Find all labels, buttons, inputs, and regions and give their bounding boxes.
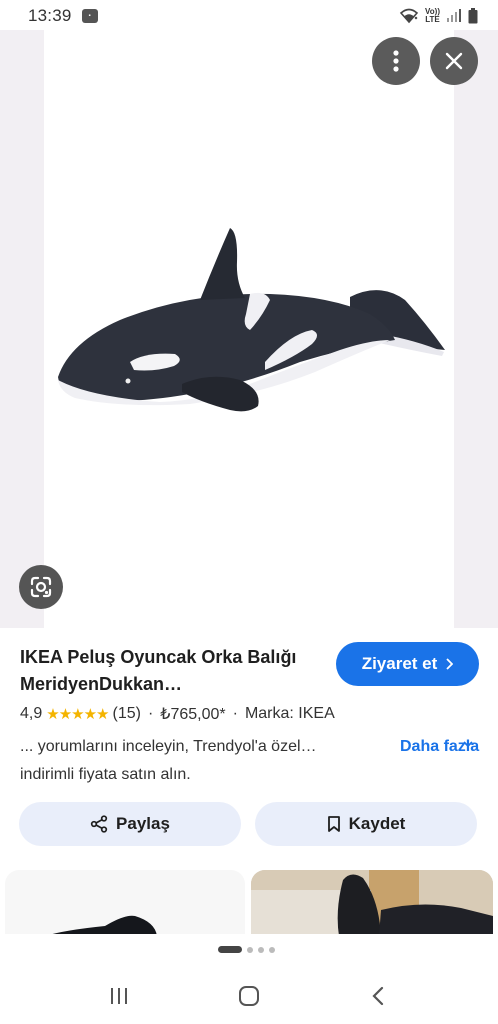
share-button-label: Paylaş	[116, 814, 170, 833]
close-button[interactable]	[430, 37, 478, 85]
more-vert-icon	[393, 50, 399, 72]
rating-stars: ★★★★★	[46, 706, 109, 723]
recents-button[interactable]	[107, 984, 131, 1008]
save-button-label: Kaydet	[348, 814, 406, 833]
pager-indicator	[258, 946, 264, 953]
product-meta: 4,9 ★★★★★ (15) · ₺765,00* · Marka: IKEA	[20, 703, 335, 725]
status-time: 13:39	[28, 6, 72, 25]
meta-separator: ·	[232, 705, 238, 722]
volte-icon: Vo)) LTE	[425, 8, 440, 24]
related-photo-image	[251, 870, 493, 936]
pager-indicator-active	[218, 946, 242, 953]
status-icons: Vo)) LTE	[399, 8, 478, 24]
wifi-icon	[399, 8, 419, 24]
status-bar: 13:39 ▪ Vo)) LTE	[0, 0, 498, 32]
system-nav-bar	[0, 966, 498, 1024]
product-title[interactable]: IKEA Peluş Oyuncak Orka Balığı MeridyenD…	[20, 644, 320, 698]
product-description: ... yorumlarını inceleyin, Trendyol'a öz…	[20, 738, 317, 783]
home-button[interactable]	[237, 984, 261, 1008]
chevron-down-icon	[463, 741, 473, 748]
recents-icon	[111, 988, 127, 1004]
related-orca-image	[45, 915, 157, 936]
home-icon	[239, 986, 259, 1006]
visit-button-label: Ziyaret et	[361, 654, 438, 673]
signal-icon	[447, 9, 461, 22]
pager-indicator	[247, 946, 253, 953]
related-image-thumbnail[interactable]	[5, 870, 245, 936]
back-icon	[372, 986, 384, 1006]
review-count: (15)	[112, 705, 141, 722]
share-icon	[90, 815, 108, 833]
pager-indicator	[269, 946, 275, 953]
product-brand: Marka: IKEA	[244, 705, 335, 722]
save-button[interactable]: Kaydet	[255, 802, 477, 846]
back-button[interactable]	[366, 984, 390, 1008]
app-notification-icon: ▪	[81, 9, 98, 23]
image-pager	[218, 946, 275, 953]
share-button[interactable]: Paylaş	[19, 802, 241, 846]
battery-icon	[468, 8, 478, 24]
bookmark-icon	[327, 816, 340, 832]
lens-icon	[30, 576, 52, 598]
more-button[interactable]: Daha fazla	[400, 733, 480, 761]
orca-plush-image[interactable]	[50, 222, 450, 422]
image-viewer-screen: 13:39 ▪ Vo)) LTE IKEA Peluş Oyuncak Orka…	[0, 0, 498, 1024]
close-icon	[445, 52, 463, 70]
lens-search-button[interactable]	[19, 565, 63, 609]
more-options-button[interactable]	[372, 37, 420, 85]
visit-button[interactable]: Ziyaret et	[336, 642, 479, 686]
related-image-thumbnail[interactable]	[251, 870, 493, 936]
rating-value: 4,9	[20, 705, 43, 722]
meta-separator: ·	[147, 705, 154, 722]
chevron-right-icon	[446, 658, 454, 670]
volte-bottom: LTE	[425, 15, 440, 24]
product-price: ₺765,00*	[160, 706, 226, 723]
